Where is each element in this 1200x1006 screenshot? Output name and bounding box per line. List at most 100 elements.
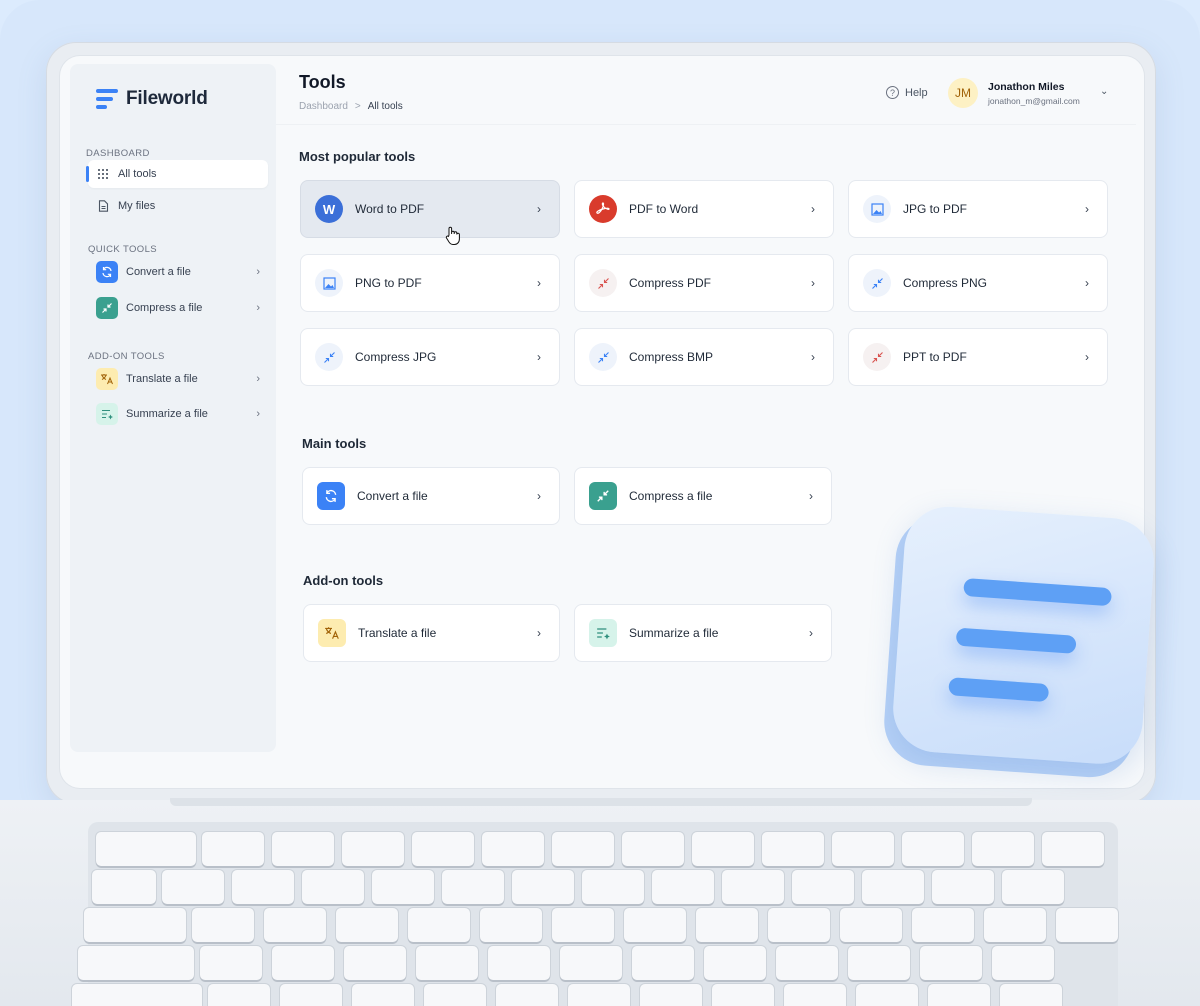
keyboard-key xyxy=(72,984,202,1006)
user-name: Jonathon Miles xyxy=(988,81,1065,93)
tool-card-png-to-pdf[interactable]: PNG to PDF › xyxy=(300,254,560,312)
keyboard-key xyxy=(552,832,614,866)
breadcrumb-dashboard[interactable]: Dashboard xyxy=(299,101,348,112)
keyboard-key xyxy=(200,946,262,980)
translate-icon xyxy=(318,619,346,647)
tool-card-label: Compress a file xyxy=(629,489,713,503)
tool-card-label: Word to PDF xyxy=(355,202,425,216)
page-title: Tools xyxy=(299,72,346,92)
keyboard-key xyxy=(1002,870,1064,904)
keyboard-key xyxy=(408,908,470,942)
sidebar-item-label: Translate a file xyxy=(126,373,198,385)
keyboard-key xyxy=(1000,984,1062,1006)
keyboard-key xyxy=(232,870,294,904)
keyboard-key xyxy=(336,908,398,942)
keyboard-key xyxy=(560,946,622,980)
tool-card-pdf-to-word[interactable]: PDF to Word › xyxy=(574,180,834,238)
keyboard-key xyxy=(96,832,196,866)
keyboard-key xyxy=(696,908,758,942)
summarize-icon xyxy=(589,619,617,647)
acrobat-icon xyxy=(589,195,617,223)
chevron-right-icon: › xyxy=(256,302,260,314)
tool-card-translate-file[interactable]: Translate a file › xyxy=(303,604,560,662)
compress-arrows-icon xyxy=(589,343,617,371)
laptop-hinge xyxy=(170,798,1032,806)
tool-card-label: PNG to PDF xyxy=(355,276,422,290)
app-logo[interactable]: Fileworld xyxy=(96,88,208,110)
keyboard-key xyxy=(582,870,644,904)
chevron-right-icon: › xyxy=(1085,276,1089,290)
tool-card-label: PPT to PDF xyxy=(903,350,967,364)
tool-card-compress-bmp[interactable]: Compress BMP › xyxy=(574,328,834,386)
convert-icon xyxy=(96,261,118,283)
tool-card-compress-file[interactable]: Compress a file › xyxy=(574,467,832,525)
keyboard-key xyxy=(78,946,194,980)
keyboard-key xyxy=(264,908,326,942)
user-email: jonathon_m@gmail.com xyxy=(988,96,1080,106)
tool-card-compress-png[interactable]: Compress PNG › xyxy=(848,254,1108,312)
keyboard-key xyxy=(902,832,964,866)
tool-card-summarize-file[interactable]: Summarize a file › xyxy=(574,604,832,662)
keyboard-key xyxy=(862,870,924,904)
tool-card-label: JPG to PDF xyxy=(903,202,968,216)
sidebar-item-my-files[interactable]: My files xyxy=(88,192,268,220)
compress-arrows-icon xyxy=(589,269,617,297)
keyboard-key xyxy=(640,984,702,1006)
keyboard-key xyxy=(712,984,774,1006)
keyboard-key xyxy=(784,984,846,1006)
compress-arrows-icon xyxy=(863,343,891,371)
section-title-popular: Most popular tools xyxy=(299,149,416,164)
keyboard-key xyxy=(832,832,894,866)
keyboard-key xyxy=(208,984,270,1006)
tool-card-word-to-pdf[interactable]: W Word to PDF › xyxy=(300,180,560,238)
tool-card-jpg-to-pdf[interactable]: JPG to PDF › xyxy=(848,180,1108,238)
keyboard-key xyxy=(272,946,334,980)
keyboard-key xyxy=(920,946,982,980)
keyboard-key xyxy=(992,946,1054,980)
keyboard-key xyxy=(848,946,910,980)
keyboard-key xyxy=(552,908,614,942)
keyboard-key xyxy=(932,870,994,904)
chevron-right-icon: › xyxy=(809,489,813,503)
chevron-right-icon: › xyxy=(809,626,813,640)
keyboard-key xyxy=(1056,908,1118,942)
keyboard-key xyxy=(692,832,754,866)
keyboard-key xyxy=(280,984,342,1006)
tool-card-label: Compress JPG xyxy=(355,350,437,364)
avatar[interactable]: JM xyxy=(948,78,978,108)
chevron-down-icon[interactable]: ⌄ xyxy=(1100,86,1108,97)
keyboard-key xyxy=(624,908,686,942)
tool-card-ppt-to-pdf[interactable]: PPT to PDF › xyxy=(848,328,1108,386)
keyboard-key xyxy=(424,984,486,1006)
section-title-addon-tools: Add-on tools xyxy=(303,573,384,588)
header-divider xyxy=(276,124,1136,125)
chevron-right-icon: › xyxy=(811,202,815,216)
image-icon xyxy=(315,269,343,297)
keyboard-key xyxy=(512,870,574,904)
help-button[interactable]: ? Help xyxy=(886,86,928,99)
keyboard-key xyxy=(162,870,224,904)
tool-card-compress-pdf[interactable]: Compress PDF › xyxy=(574,254,834,312)
chevron-right-icon: › xyxy=(537,489,541,503)
tool-card-compress-jpg[interactable]: Compress JPG › xyxy=(300,328,560,386)
chevron-right-icon: › xyxy=(537,276,541,290)
sidebar-item-translate[interactable]: Translate a file › xyxy=(88,365,268,393)
keyboard-key xyxy=(202,832,264,866)
keyboard-key xyxy=(928,984,990,1006)
chevron-right-icon: › xyxy=(537,626,541,640)
sidebar-item-summarize[interactable]: Summarize a file › xyxy=(88,400,268,428)
tool-card-convert-file[interactable]: Convert a file › xyxy=(302,467,560,525)
section-title-main-tools: Main tools xyxy=(302,436,367,451)
keyboard-key xyxy=(652,870,714,904)
sidebar-item-convert[interactable]: Convert a file › xyxy=(88,258,268,286)
sidebar-item-compress[interactable]: Compress a file › xyxy=(88,294,268,322)
sidebar-item-all-tools[interactable]: All tools xyxy=(86,160,268,188)
keyboard-key xyxy=(272,832,334,866)
keyboard-key xyxy=(482,832,544,866)
chevron-right-icon: › xyxy=(811,350,815,364)
word-icon: W xyxy=(315,195,343,223)
chevron-right-icon: › xyxy=(256,408,260,420)
keyboard-key xyxy=(856,984,918,1006)
keyboard-key xyxy=(352,984,414,1006)
hand-cursor-icon xyxy=(444,226,462,251)
